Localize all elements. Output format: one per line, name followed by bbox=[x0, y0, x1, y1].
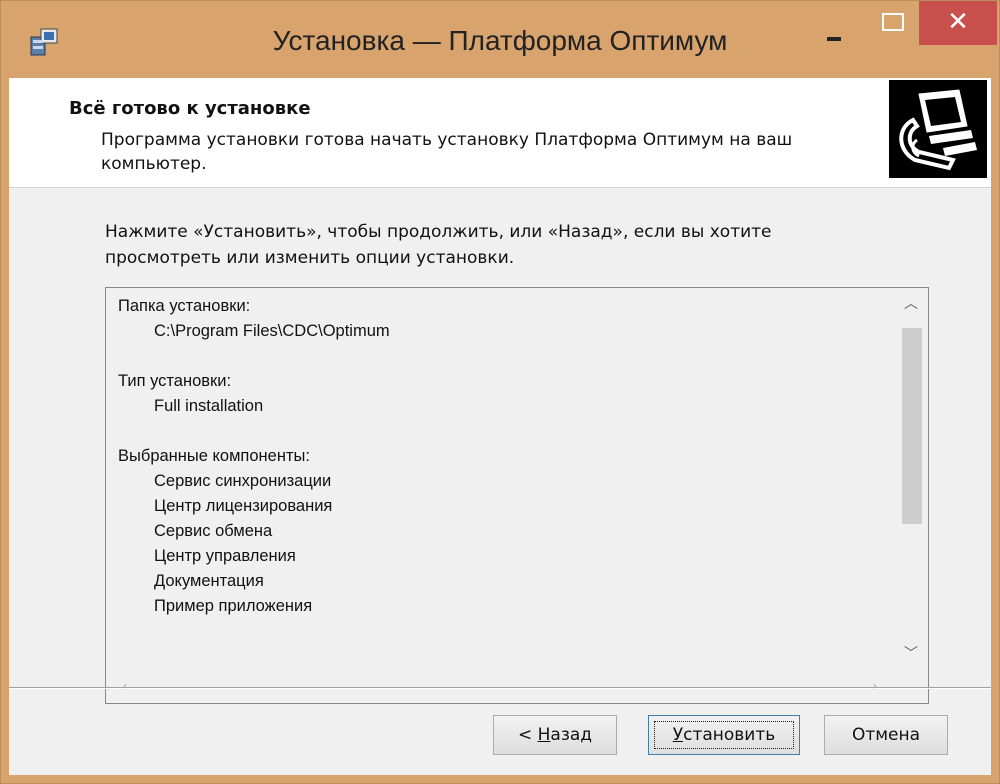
ready-memo-box[interactable]: Папка установки: C:\Program Files\CDC\Op… bbox=[105, 287, 929, 704]
vertical-scrollbar[interactable]: ︿ ﹀ bbox=[894, 288, 928, 670]
memo-heading: Папка установки: bbox=[118, 297, 251, 315]
maximize-icon bbox=[882, 13, 904, 31]
computer-install-icon bbox=[889, 80, 987, 178]
memo-content: Папка установки: C:\Program Files\CDC\Op… bbox=[118, 294, 878, 619]
memo-item: Сервис синхронизации bbox=[154, 472, 332, 490]
page-title: Всё готово к установке bbox=[69, 98, 311, 119]
memo-spacer bbox=[118, 344, 878, 369]
memo-item: Full installation bbox=[154, 397, 264, 415]
memo-item: Пример приложения bbox=[154, 597, 313, 615]
minimize-icon bbox=[827, 37, 841, 41]
memo-heading: Выбранные компоненты: bbox=[118, 447, 310, 465]
minimize-button[interactable] bbox=[806, 1, 862, 45]
scroll-up-icon[interactable]: ︿ bbox=[894, 288, 928, 320]
back-button[interactable]: < Назад bbox=[493, 715, 617, 755]
close-button[interactable]: ✕ bbox=[919, 1, 997, 45]
memo-heading: Тип установки: bbox=[118, 372, 232, 390]
maximize-button[interactable] bbox=[865, 1, 921, 45]
back-prefix: < bbox=[517, 725, 538, 745]
memo-item: C:\Program Files\CDC\Optimum bbox=[154, 322, 390, 340]
back-accelerator: Н bbox=[537, 725, 551, 745]
memo-item: Сервис обмена bbox=[154, 522, 273, 540]
memo-item: Центр лицензирования bbox=[154, 497, 333, 515]
vertical-scroll-thumb[interactable] bbox=[902, 328, 922, 524]
title-bar[interactable]: Установка — Платформа Оптимум ✕ bbox=[1, 1, 999, 78]
memo-item: Центр управления bbox=[154, 547, 296, 565]
page-subtitle: Программа установки готова начать устано… bbox=[101, 130, 793, 174]
close-icon: ✕ bbox=[947, 7, 969, 37]
bevel-divider bbox=[9, 687, 991, 689]
wizard-header: Всё готово к установке Программа установ… bbox=[9, 78, 991, 188]
memo-item: Документация bbox=[154, 572, 264, 590]
scroll-down-icon[interactable]: ﹀ bbox=[894, 638, 928, 670]
instructions-text: Нажмите «Установить», чтобы продолжить, … bbox=[105, 222, 772, 268]
back-label: азад bbox=[550, 725, 593, 745]
installer-window: Установка — Платформа Оптимум ✕ Всё гото… bbox=[0, 0, 1000, 784]
install-button[interactable]: Установить bbox=[648, 715, 800, 755]
wizard-body: Всё готово к установке Программа установ… bbox=[9, 78, 991, 775]
memo-spacer bbox=[118, 419, 878, 444]
cancel-button[interactable]: Отмена bbox=[824, 715, 948, 755]
focus-rectangle bbox=[654, 721, 794, 749]
